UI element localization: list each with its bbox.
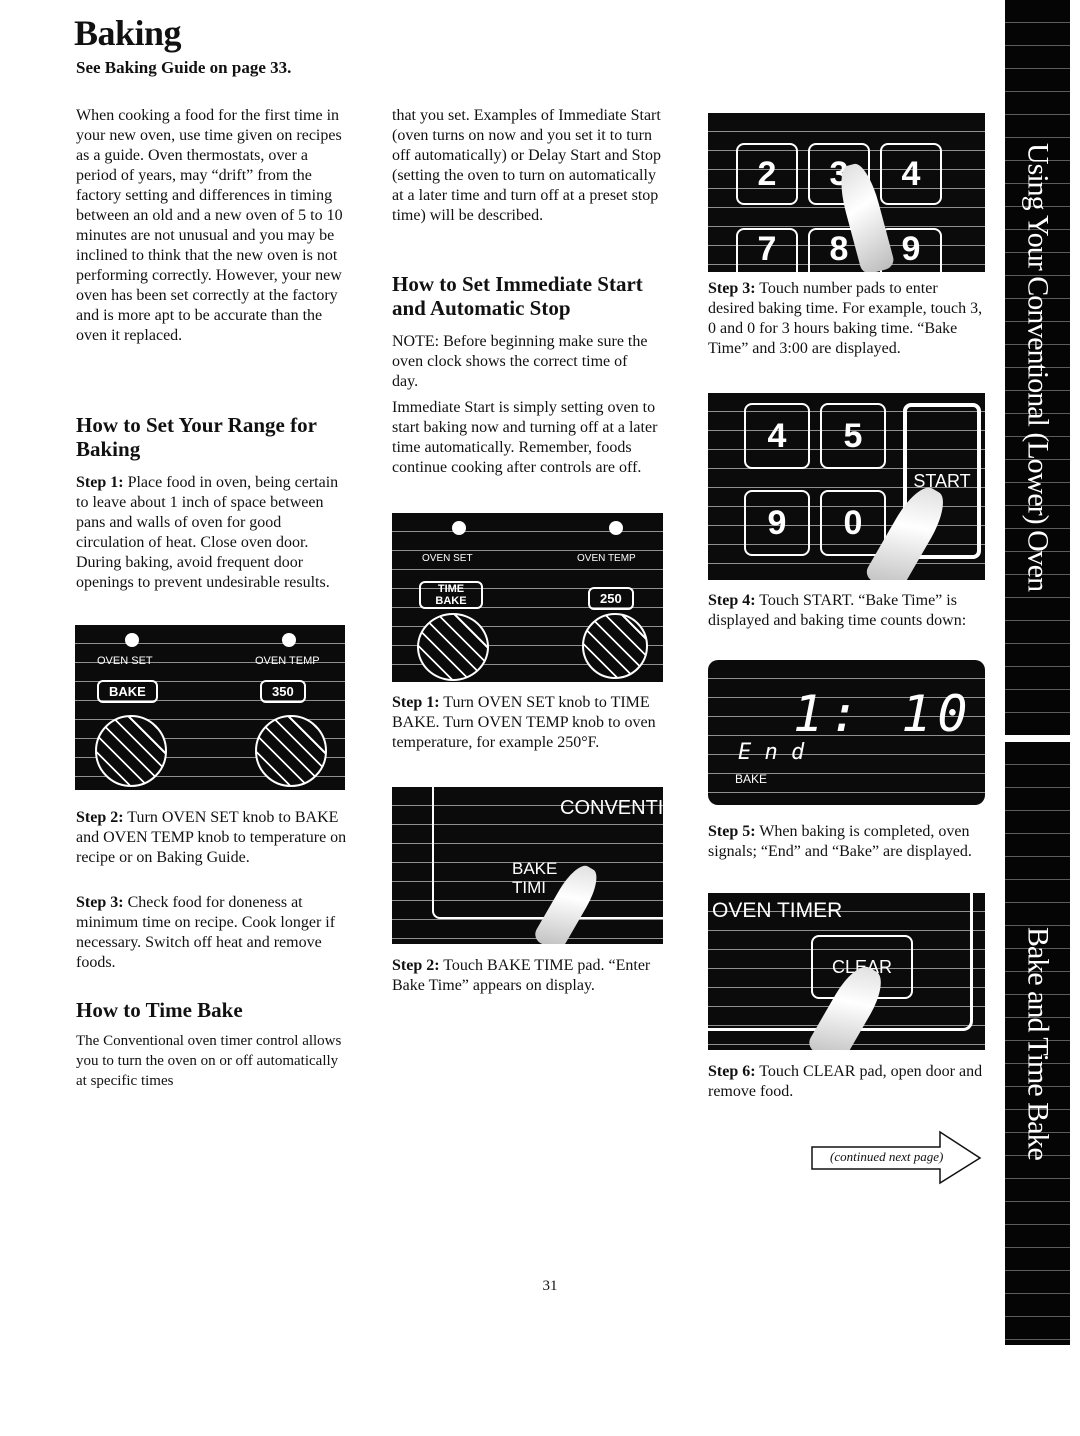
time-bake-knobs-image: OVEN SET OVEN TEMP TIME BAKE 250 — [392, 513, 663, 682]
timebake-heading: How to Time Bake — [76, 998, 243, 1022]
setting-label: BAKE — [97, 680, 158, 703]
step5: Step 5: When baking is completed, oven s… — [708, 822, 986, 862]
oven-temp-knob — [582, 613, 648, 679]
range-step2: Step 2: Turn OVEN SET knob to BAKE and O… — [76, 808, 348, 868]
immediate-text: Immediate Start is simply setting oven t… — [392, 399, 658, 476]
step-label: Step 1: — [76, 474, 124, 491]
continued-arrow: (continued next page) — [810, 1130, 990, 1185]
indicator-light — [125, 633, 139, 647]
bake-time-pad: BAKE TIMI — [512, 859, 557, 897]
time-bake-setting: TIME BAKE — [419, 581, 483, 609]
step3: Step 3: Touch number pads to enter desir… — [708, 279, 986, 359]
oven-set-knob — [95, 715, 167, 787]
topic-tab-label: Bake and Time Bake — [1021, 927, 1055, 1160]
display-end: E n d — [738, 740, 805, 765]
display-time: 1: 10 — [793, 685, 974, 743]
immediate-step1: Step 1: Turn OVEN SET knob to TIME BAKE.… — [392, 693, 667, 753]
step-label: Step 3: — [708, 280, 756, 297]
manual-page: Baking See Baking Guide on page 33. When… — [0, 0, 1080, 1436]
oven-set-label: OVEN SET — [422, 553, 473, 564]
clear-pad-image: OVEN TIMER CLEAR — [708, 893, 985, 1050]
step-text: Place food in oven, being certain to lea… — [76, 474, 339, 591]
immediate-note: NOTE: Before beginning make sure the ove… — [392, 333, 648, 390]
indicator-light — [452, 521, 466, 535]
range-step3: Step 3: Check food for doneness at minim… — [76, 893, 348, 973]
oven-temp-label: OVEN TEMP — [255, 655, 320, 667]
number-pads-image: 2 3 4 7 8 9 — [708, 113, 985, 272]
display-bake: BAKE — [735, 772, 768, 786]
immediate-heading: How to Set Immediate Start and Automatic… — [392, 272, 643, 320]
number-pad: 0 — [820, 490, 886, 556]
timebake-text-continued: that you set. Examples of Immediate Star… — [392, 107, 661, 224]
temp-label: 250 — [588, 587, 634, 610]
bake-knobs-image: OVEN SET OVEN TEMP BAKE 350 — [75, 625, 345, 790]
oven-set-knob — [417, 613, 489, 681]
number-pad: 5 — [820, 403, 886, 469]
page-number: 31 — [542, 1278, 558, 1294]
oven-temp-label: OVEN TEMP — [577, 553, 636, 564]
setting-line: BAKE — [435, 595, 467, 607]
step4: Step 4: Touch START. “Bake Time” is disp… — [708, 591, 986, 631]
continued-text: (continued next page) — [830, 1149, 944, 1164]
number-pad: 4 — [880, 143, 942, 205]
page-subtitle: See Baking Guide on page 33. — [76, 58, 292, 77]
timebake-text: The Conventional oven timer control allo… — [76, 1033, 342, 1089]
number-pad: 7 — [736, 228, 798, 272]
page-title: Baking — [74, 13, 182, 53]
immediate-step2: Step 2: Touch BAKE TIME pad. “Enter Bake… — [392, 956, 667, 996]
pad-line: BAKE — [512, 859, 558, 878]
temp-label: 350 — [260, 680, 306, 703]
number-pad: 9 — [744, 490, 810, 556]
display-image: 1: 10 E n d BAKE — [708, 660, 985, 805]
pad-line: TIMI — [512, 878, 546, 897]
setting-line: TIME — [437, 583, 465, 595]
indicator-light — [609, 521, 623, 535]
step-label: Step 6: — [708, 1063, 756, 1080]
range-step1: Step 1: Place food in oven, being certai… — [76, 473, 348, 593]
section-tab-label: Using Your Conventional (Lower) Oven — [1021, 143, 1055, 592]
step-label: Step 4: — [708, 592, 756, 609]
step6: Step 6: Touch CLEAR pad, open door and r… — [708, 1062, 986, 1102]
number-pad: 2 — [736, 143, 798, 205]
number-pad: 4 — [744, 403, 810, 469]
indicator-light — [282, 633, 296, 647]
oven-set-label: OVEN SET — [97, 655, 153, 667]
range-heading: How to Set Your Range for Baking — [76, 413, 317, 461]
step-label: Step 2: — [76, 809, 124, 826]
intro-paragraph: When cooking a food for the first time i… — [76, 107, 343, 344]
step-label: Step 1: — [392, 694, 440, 711]
start-pad-image: 4 5 9 0 START — [708, 393, 985, 580]
oven-temp-knob — [255, 715, 327, 787]
panel-label: CONVENTI — [560, 797, 663, 819]
step-label: Step 2: — [392, 957, 440, 974]
step-label: Step 5: — [708, 823, 756, 840]
step-label: Step 3: — [76, 894, 124, 911]
bake-time-pad-image: CONVENTI BAKE TIMI — [392, 787, 663, 944]
